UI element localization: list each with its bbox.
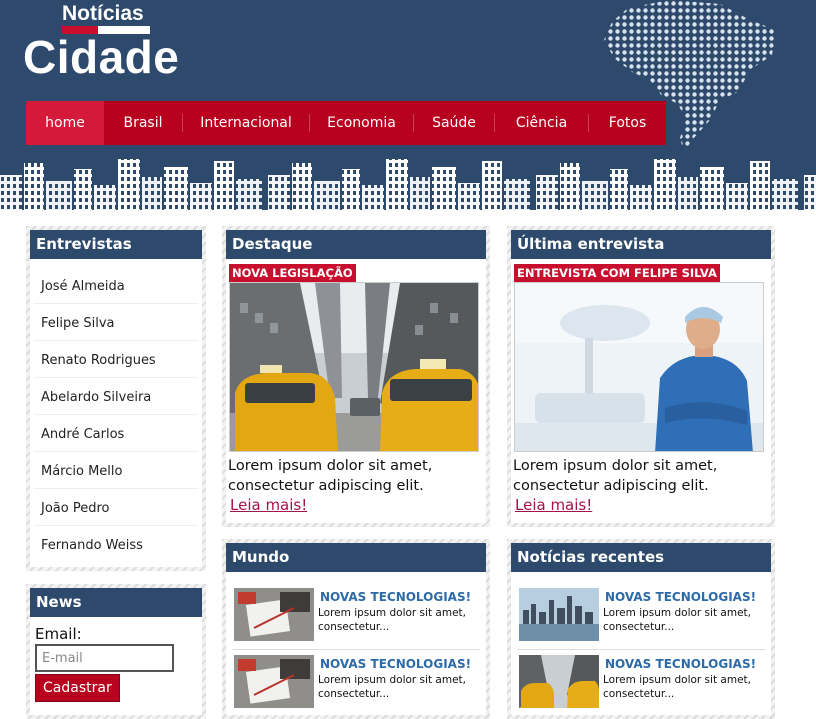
list-item[interactable]: Renato Rodrigues — [34, 341, 198, 378]
list-item[interactable]: Fernando Weiss — [34, 526, 198, 563]
nav-item-ciencia[interactable]: Ciência — [495, 101, 588, 145]
highlight-title: Destaque — [226, 230, 486, 259]
news-headline[interactable]: NOVAS TECNOLOGIAS! — [605, 657, 756, 671]
site-header: Notícias Cidade home Brasil Internaciona… — [0, 0, 816, 210]
logo-title[interactable]: Cidade — [23, 30, 179, 84]
highlight-tag: NOVA LEGISLAÇÃO — [229, 264, 356, 282]
taxi-street-image[interactable] — [229, 282, 479, 452]
list-item[interactable]: André Carlos — [34, 415, 198, 452]
news-headline[interactable]: NOVAS TECNOLOGIAS! — [320, 590, 471, 604]
list-item[interactable]: João Pedro — [34, 489, 198, 526]
nav-item-home[interactable]: home — [26, 101, 104, 145]
interviews-list: José Almeida Felipe Silva Renato Rodrigu… — [30, 259, 202, 563]
list-item[interactable]: NOVAS TECNOLOGIAS! Lorem ipsum dolor sit… — [226, 655, 486, 715]
list-item[interactable]: Márcio Mello — [34, 452, 198, 489]
news-summary: Lorem ipsum dolor sit amet, consectetur.… — [318, 674, 466, 700]
main-nav: home Brasil Internacional Economia Saúde… — [26, 101, 666, 145]
desk-thumbnail[interactable] — [234, 655, 314, 708]
email-label: Email: — [35, 625, 82, 643]
news-summary: Lorem ipsum dolor sit amet, consectetur.… — [603, 607, 751, 633]
list-item[interactable]: Abelardo Silveira — [34, 378, 198, 415]
subscribe-button[interactable]: Cadastrar — [35, 674, 120, 702]
list-item[interactable]: José Almeida — [34, 267, 198, 304]
city-thumbnail[interactable] — [519, 588, 599, 641]
news-headline[interactable]: NOVAS TECNOLOGIAS! — [320, 657, 471, 671]
list-item[interactable]: Felipe Silva — [34, 304, 198, 341]
read-more-link[interactable]: Leia mais! — [230, 496, 307, 514]
nav-item-fotos[interactable]: Fotos — [589, 101, 666, 145]
world-panel: Mundo NOVAS TECNOLOGIAS! Lorem ipsum dol… — [222, 539, 490, 719]
world-title: Mundo — [226, 543, 486, 572]
recent-news-title: Notícias recentes — [511, 543, 771, 572]
news-title: News — [30, 588, 202, 617]
email-field[interactable] — [35, 644, 174, 672]
logo-subtitle[interactable]: Notícias — [62, 2, 144, 26]
last-interview-text: Lorem ipsum dolor sit amet, consectetur … — [513, 458, 718, 494]
nav-item-economia[interactable]: Economia — [310, 101, 413, 145]
doctor-image[interactable] — [514, 282, 764, 452]
last-interview-tag: ENTREVISTA COM FELIPE SILVA — [514, 264, 720, 282]
list-item[interactable]: NOVAS TECNOLOGIAS! Lorem ipsum dolor sit… — [511, 655, 771, 715]
read-more-link[interactable]: Leia mais! — [515, 496, 592, 514]
news-headline[interactable]: NOVAS TECNOLOGIAS! — [605, 590, 756, 604]
list-item[interactable]: NOVAS TECNOLOGIAS! Lorem ipsum dolor sit… — [226, 588, 486, 654]
interviews-title: Entrevistas — [30, 230, 202, 259]
nav-item-internacional[interactable]: Internacional — [183, 101, 309, 145]
city-skyline — [0, 159, 816, 210]
desk-thumbnail[interactable] — [234, 588, 314, 641]
highlight-text: Lorem ipsum dolor sit amet, consectetur … — [228, 458, 433, 494]
news-summary: Lorem ipsum dolor sit amet, consectetur.… — [318, 607, 466, 633]
list-item[interactable]: NOVAS TECNOLOGIAS! Lorem ipsum dolor sit… — [511, 588, 771, 654]
last-interview-panel: Última entrevista ENTREVISTA COM FELIPE … — [507, 226, 775, 527]
last-interview-title: Última entrevista — [511, 230, 771, 259]
nav-item-saude[interactable]: Saúde — [414, 101, 494, 145]
newsletter-form: Email: Cadastrar — [30, 617, 202, 708]
highlight-panel: Destaque NOVA LEGISLAÇÃO Lorem ipsum dol… — [222, 226, 490, 527]
interviews-panel: Entrevistas José Almeida Felipe Silva Re… — [26, 226, 206, 571]
news-panel: News Email: Cadastrar — [26, 584, 206, 719]
nav-item-brasil[interactable]: Brasil — [104, 101, 182, 145]
taxi-thumbnail[interactable] — [519, 655, 599, 708]
recent-news-panel: Notícias recentes NOVAS TECNOLOGIAS! Lor… — [507, 539, 775, 719]
news-summary: Lorem ipsum dolor sit amet, consectetur.… — [603, 674, 751, 700]
